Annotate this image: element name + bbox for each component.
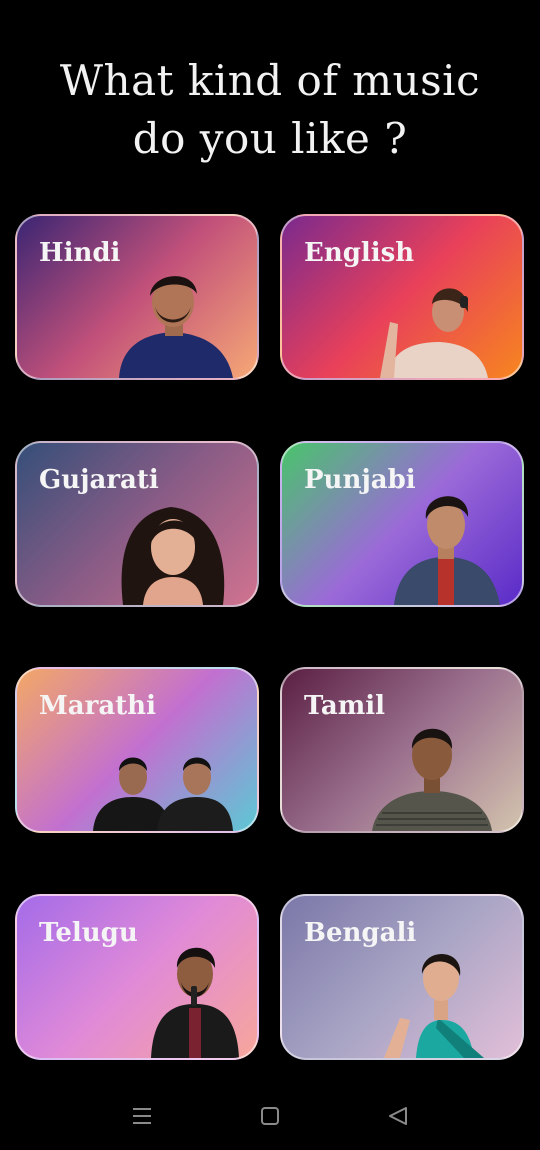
singer-photo — [394, 496, 500, 605]
title-line-1: What kind of music — [59, 56, 481, 105]
system-nav-bar — [0, 1080, 540, 1150]
category-label: Marathi — [39, 691, 156, 721]
singer-photo — [93, 757, 233, 831]
home-square-icon[interactable] — [256, 1104, 284, 1128]
singer-photo — [151, 947, 239, 1058]
category-label: English — [304, 238, 415, 268]
singer-photo — [380, 288, 488, 378]
category-card-tamil[interactable]: Tamil — [280, 667, 524, 833]
page-title: What kind of music do you like ? — [0, 52, 540, 168]
menu-icon[interactable] — [128, 1104, 156, 1128]
category-label: Tamil — [304, 691, 385, 721]
singer-photo — [121, 507, 225, 605]
back-triangle-icon[interactable] — [384, 1104, 412, 1128]
category-card-bengali[interactable]: Bengali — [280, 894, 524, 1060]
category-label: Telugu — [39, 918, 138, 948]
title-line-2: do you like ? — [132, 114, 408, 163]
category-card-gujarati[interactable]: Gujarati — [15, 441, 259, 607]
singer-photo — [372, 728, 492, 831]
category-label: Gujarati — [39, 465, 159, 495]
category-card-punjabi[interactable]: Punjabi — [280, 441, 524, 607]
category-card-english[interactable]: English — [280, 214, 524, 380]
singer-photo — [119, 276, 233, 378]
category-card-telugu[interactable]: Telugu — [15, 894, 259, 1060]
category-label: Hindi — [39, 238, 121, 268]
category-card-hindi[interactable]: Hindi — [15, 214, 259, 380]
category-card-marathi[interactable]: Marathi — [15, 667, 259, 833]
singer-photo — [384, 954, 484, 1058]
